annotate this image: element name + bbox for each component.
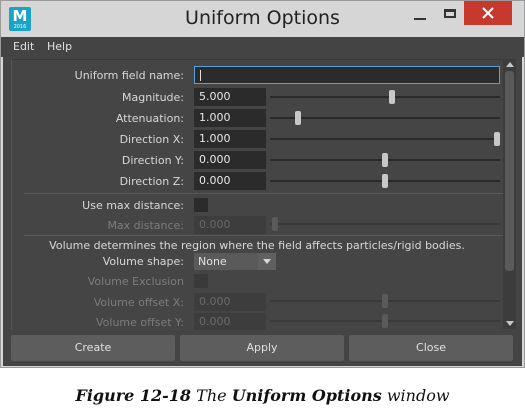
volume-offset-y-field[interactable]: 0.000 [194, 313, 266, 331]
vertical-scrollbar[interactable] [503, 59, 516, 329]
attenuation-label: Attenuation: [115, 112, 184, 125]
options-panel: Uniform field name: Magnitude: 5.000 Att… [11, 59, 504, 331]
direction-x-slider-thumb[interactable] [494, 132, 500, 146]
volume-offset-x-slider[interactable] [270, 294, 500, 308]
text-cursor [200, 69, 201, 81]
magnitude-field[interactable]: 5.000 [194, 88, 266, 106]
volume-offset-x-label: Volume offset X: [93, 296, 184, 309]
direction-z-field[interactable]: 0.000 [194, 172, 266, 190]
maximize-icon[interactable] [436, 1, 466, 25]
direction-y-field[interactable]: 0.000 [194, 151, 266, 169]
attenuation-slider[interactable] [270, 111, 500, 125]
use-max-distance-checkbox[interactable] [194, 198, 208, 212]
magnitude-slider-thumb[interactable] [388, 90, 395, 104]
volume-exclusion-label: Volume Exclusion [87, 275, 184, 288]
volume-offset-y-label: Volume offset Y: [96, 316, 184, 329]
uniform-options-window: M 2016 Uniform Options Edit Help Uniform… [0, 0, 525, 368]
direction-z-label: Direction Z: [119, 175, 184, 188]
attenuation-slider-thumb[interactable] [294, 111, 301, 125]
max-distance-slider[interactable] [270, 217, 500, 231]
close-button[interactable]: Close [349, 335, 513, 361]
options-content: Uniform field name: Magnitude: 5.000 Att… [3, 57, 522, 331]
scrollbar-thumb[interactable] [505, 71, 514, 271]
volume-shape-label: Volume shape: [102, 255, 184, 268]
uniform-field-name-input[interactable] [194, 66, 500, 84]
direction-y-label: Direction Y: [121, 154, 184, 167]
chevron-down-icon[interactable] [258, 253, 276, 270]
volume-offset-y-slider[interactable] [270, 314, 500, 328]
volume-info-text: Volume determines the region where the f… [49, 239, 465, 252]
uniform-field-name-label: Uniform field name: [74, 69, 184, 82]
max-distance-field[interactable]: 0.000 [194, 216, 266, 234]
direction-y-slider-thumb[interactable] [382, 153, 388, 167]
magnitude-slider[interactable] [270, 90, 500, 104]
volume-shape-value: None [198, 255, 227, 268]
menu-bar: Edit Help [1, 37, 524, 57]
attenuation-field[interactable]: 1.000 [194, 109, 266, 127]
caption-window-name: Uniform Options [231, 386, 382, 405]
volume-offset-x-slider-thumb[interactable] [382, 294, 388, 308]
direction-x-slider[interactable] [270, 132, 500, 146]
magnitude-label: Magnitude: [122, 91, 184, 104]
button-bar: Create Apply Close [3, 330, 522, 366]
section-divider [24, 235, 504, 236]
close-icon[interactable] [464, 1, 512, 25]
figure-caption: Figure 12-18 The Uniform Options window [0, 386, 525, 405]
direction-z-slider[interactable] [270, 174, 500, 188]
title-bar: M 2016 Uniform Options [1, 1, 524, 37]
volume-shape-dropdown[interactable]: None [194, 253, 276, 270]
figure-number: Figure 12-18 [75, 386, 192, 405]
direction-y-slider[interactable] [270, 153, 500, 167]
create-button[interactable]: Create [11, 335, 175, 361]
menu-edit[interactable]: Edit [13, 40, 34, 53]
direction-z-slider-thumb[interactable] [382, 174, 388, 188]
scroll-up-icon[interactable] [506, 62, 514, 67]
direction-x-field[interactable]: 1.000 [194, 130, 266, 148]
caption-the: The [196, 386, 227, 405]
minimize-icon[interactable] [406, 1, 436, 25]
caption-suffix: window [386, 386, 450, 405]
use-max-distance-label: Use max distance: [82, 199, 184, 212]
apply-button[interactable]: Apply [180, 335, 344, 361]
section-divider [24, 193, 504, 194]
direction-x-label: Direction X: [119, 133, 184, 146]
volume-offset-x-field[interactable]: 0.000 [194, 293, 266, 311]
max-distance-label: Max distance: [107, 219, 184, 232]
volume-offset-y-slider-thumb[interactable] [382, 314, 388, 328]
scroll-down-icon[interactable] [506, 321, 514, 326]
menu-help[interactable]: Help [47, 40, 72, 53]
max-distance-slider-thumb[interactable] [271, 217, 278, 231]
volume-exclusion-checkbox[interactable] [194, 274, 208, 288]
